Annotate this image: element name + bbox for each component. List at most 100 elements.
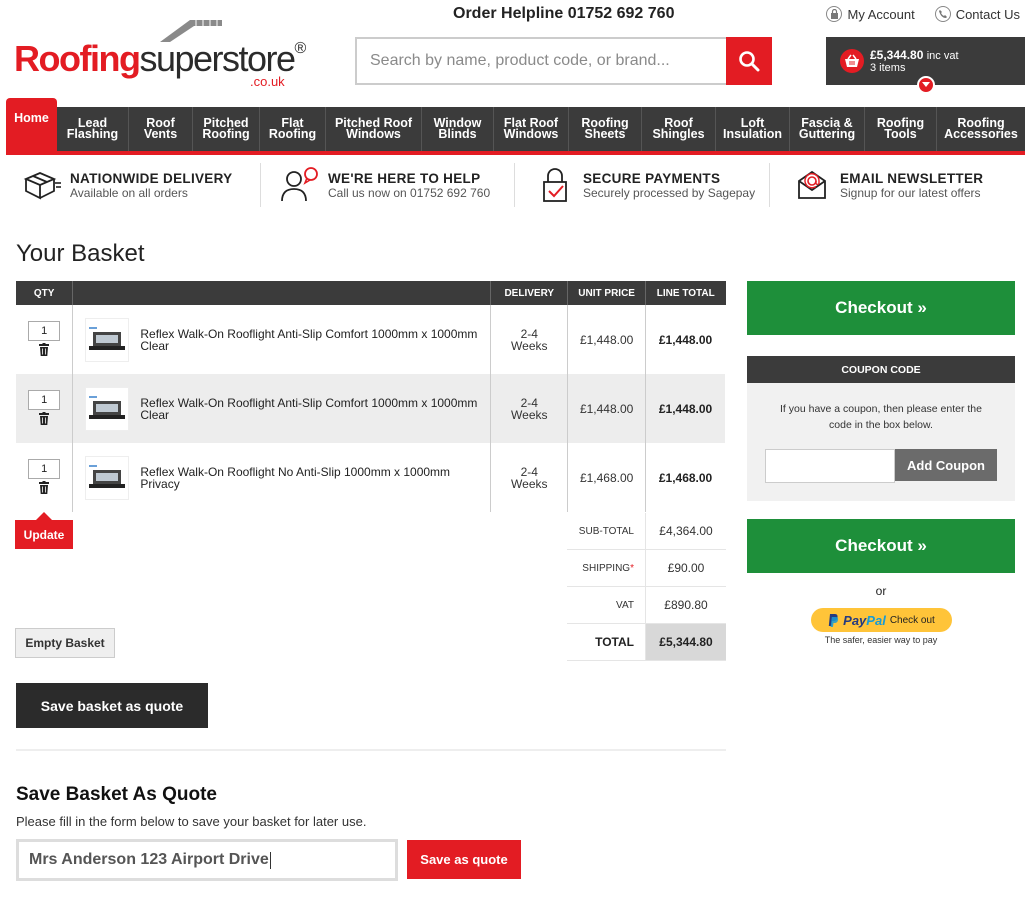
paypal-checkout-button[interactable]: PayPal Check out [811,608,952,632]
product-thumbnail[interactable] [85,386,130,431]
top-links: My Account Contact Us [826,6,1020,22]
quantity-input[interactable]: 1 [28,458,61,479]
usp-newsletter-title: EMAIL NEWSLETTER [840,170,984,186]
nav-roof-vents[interactable]: Roof Vents [129,107,193,151]
empty-basket-button[interactable]: Empty Basket [15,628,115,658]
order-helpline: Order Helpline 01752 692 760 [453,5,675,22]
col-header-qty: QTY [16,281,74,305]
coupon-code-input[interactable] [765,449,895,483]
chevron-down-icon [922,82,930,87]
line-total: £1,448.00 [645,305,726,374]
nav-pitched-roof-windows[interactable]: Pitched Roof Windows [326,107,422,151]
contact-us-link[interactable]: Contact Us [934,6,1020,22]
my-account-label: My Account [847,6,915,22]
delivery-time-range: 2-4 [520,464,538,479]
quantity-input[interactable]: 1 [28,389,61,410]
main-nav: Home Lead Flashing Roof Vents Pitched Ro… [6,98,1025,155]
delivery-time-unit: Weeks [511,338,548,353]
nav-items: Home Lead Flashing Roof Vents Pitched Ro… [6,98,1025,151]
delivery-time: 2-4 Weeks [490,443,569,512]
save-quote-heading: Save Basket As Quote [16,784,217,805]
product-thumbnail[interactable] [85,455,130,500]
usp-secure-payments[interactable]: SECURE PAYMENTS Securely processed by Sag… [535,163,792,207]
mini-basket-amount: £5,344.80 [870,48,924,62]
search-input[interactable] [357,39,726,83]
subtotal-value: £4,364.00 [659,524,713,538]
phone-icon [934,6,951,22]
section-divider [16,749,726,751]
search-button[interactable] [726,37,772,85]
mini-basket[interactable]: £5,344.80 inc vat 3 items [826,37,1025,94]
trash-icon[interactable] [39,480,50,497]
nav-pitched-roofing[interactable]: Pitched Roofing [193,107,260,151]
save-basket-as-quote-button[interactable]: Save basket as quote [16,683,208,728]
vat-value: £890.80 [664,598,708,612]
shipping-value: £90.00 [667,561,705,575]
basket-table: QTY DELIVERY UNIT PRICE LINE TOTAL 1 Ref… [16,281,726,512]
trash-icon[interactable] [39,411,50,428]
save-as-quote-button[interactable]: Save as quote [407,840,521,879]
table-row: 1 Reflex Walk-On Rooflight No Anti-Slip … [16,443,726,512]
mini-basket-dropdown-button[interactable] [917,76,935,94]
checkout-button-top[interactable]: Checkout » [747,281,1015,335]
text-caret [269,851,271,869]
nav-fascia-guttering[interactable]: Fascia & Guttering [790,107,865,151]
nav-roof-shingles[interactable]: Roof Shingles [642,107,716,151]
nav-window-blinds[interactable]: Window Blinds [422,107,494,151]
support-person-icon [280,167,320,203]
usp-divider [260,163,261,207]
nav-home[interactable]: Home [6,98,57,151]
paypal-wordmark: PayPal [843,613,886,628]
add-coupon-button[interactable]: Add Coupon [895,449,997,481]
site-logo[interactable]: Roofingsuperstore® .co.uk [14,18,314,89]
nav-roofing-tools[interactable]: Roofing Tools [865,107,937,151]
shipping-label: SHIPPING * [567,550,646,586]
basket-table-header: QTY DELIVERY UNIT PRICE LINE TOTAL [16,281,726,305]
lock-icon [826,6,843,22]
logo-registered-mark: ® [294,40,307,57]
col-header-product [72,281,492,305]
nav-roofing-accessories[interactable]: Roofing Accessories [937,107,1025,151]
nav-loft-insulation[interactable]: Loft Insulation [716,107,790,151]
nav-roofing-sheets[interactable]: Roofing Sheets [569,107,642,151]
product-name-link[interactable]: Reflex Walk-On Rooflight Anti-Slip Comfo… [140,397,485,421]
update-basket-button[interactable]: Update [15,512,73,549]
trash-icon[interactable] [39,342,50,359]
vat-row: VAT £890.80 [567,587,726,624]
usp-newsletter[interactable]: EMAIL NEWSLETTER Signup for our latest of… [792,163,1022,207]
col-header-delivery: DELIVERY [490,281,569,305]
unit-price: £1,448.00 [567,305,647,374]
table-row: 1 Reflex Walk-On Rooflight Anti-Slip Com… [16,305,726,374]
subtotal-row: SUB-TOTAL £4,364.00 [567,513,726,550]
product-thumbnail[interactable] [85,317,130,362]
padlock-check-icon [535,167,575,203]
total-row: TOTAL £5,344.80 [567,624,726,661]
unit-price: £1,468.00 [567,443,647,512]
usp-divider [769,163,770,207]
paypal-tagline: The safer, easier way to pay [824,635,938,645]
logo-text-roofing: Roofing [14,38,141,79]
quantity-input[interactable]: 1 [28,320,61,341]
contact-us-label: Contact Us [955,6,1020,22]
search-icon [739,51,760,72]
usp-delivery[interactable]: NATIONWIDE DELIVERY Available on all orde… [22,163,280,207]
product-name-link[interactable]: Reflex Walk-On Rooflight No Anti-Slip 10… [140,466,485,490]
delivery-time-unit: Weeks [511,407,548,422]
mini-basket-vat: inc vat [926,50,959,62]
my-account-link[interactable]: My Account [826,6,915,22]
nav-lead-flashing[interactable]: Lead Flashing [57,107,129,151]
usp-help-subtitle: Call us now on 01752 692 760 [328,185,491,200]
quote-name-input[interactable]: Mrs Anderson 123 Airport Drive [16,839,398,881]
basket-icon [840,49,864,73]
table-row: 1 Reflex Walk-On Rooflight Anti-Slip Com… [16,374,726,443]
logo-domain: .co.uk [250,74,285,89]
nav-flat-roof-windows[interactable]: Flat Roof Windows [494,107,569,151]
product-name-link[interactable]: Reflex Walk-On Rooflight Anti-Slip Comfo… [140,328,485,352]
checkout-button-bottom[interactable]: Checkout » [747,519,1015,573]
shipping-asterisk: * [630,562,634,574]
usp-help[interactable]: WE'RE HERE TO HELP Call us now on 01752 6… [280,163,535,207]
vat-label: VAT [567,587,646,623]
nav-flat-roofing[interactable]: Flat Roofing [260,107,326,151]
usp-help-title: WE'RE HERE TO HELP [328,170,481,186]
usp-divider [514,163,515,207]
